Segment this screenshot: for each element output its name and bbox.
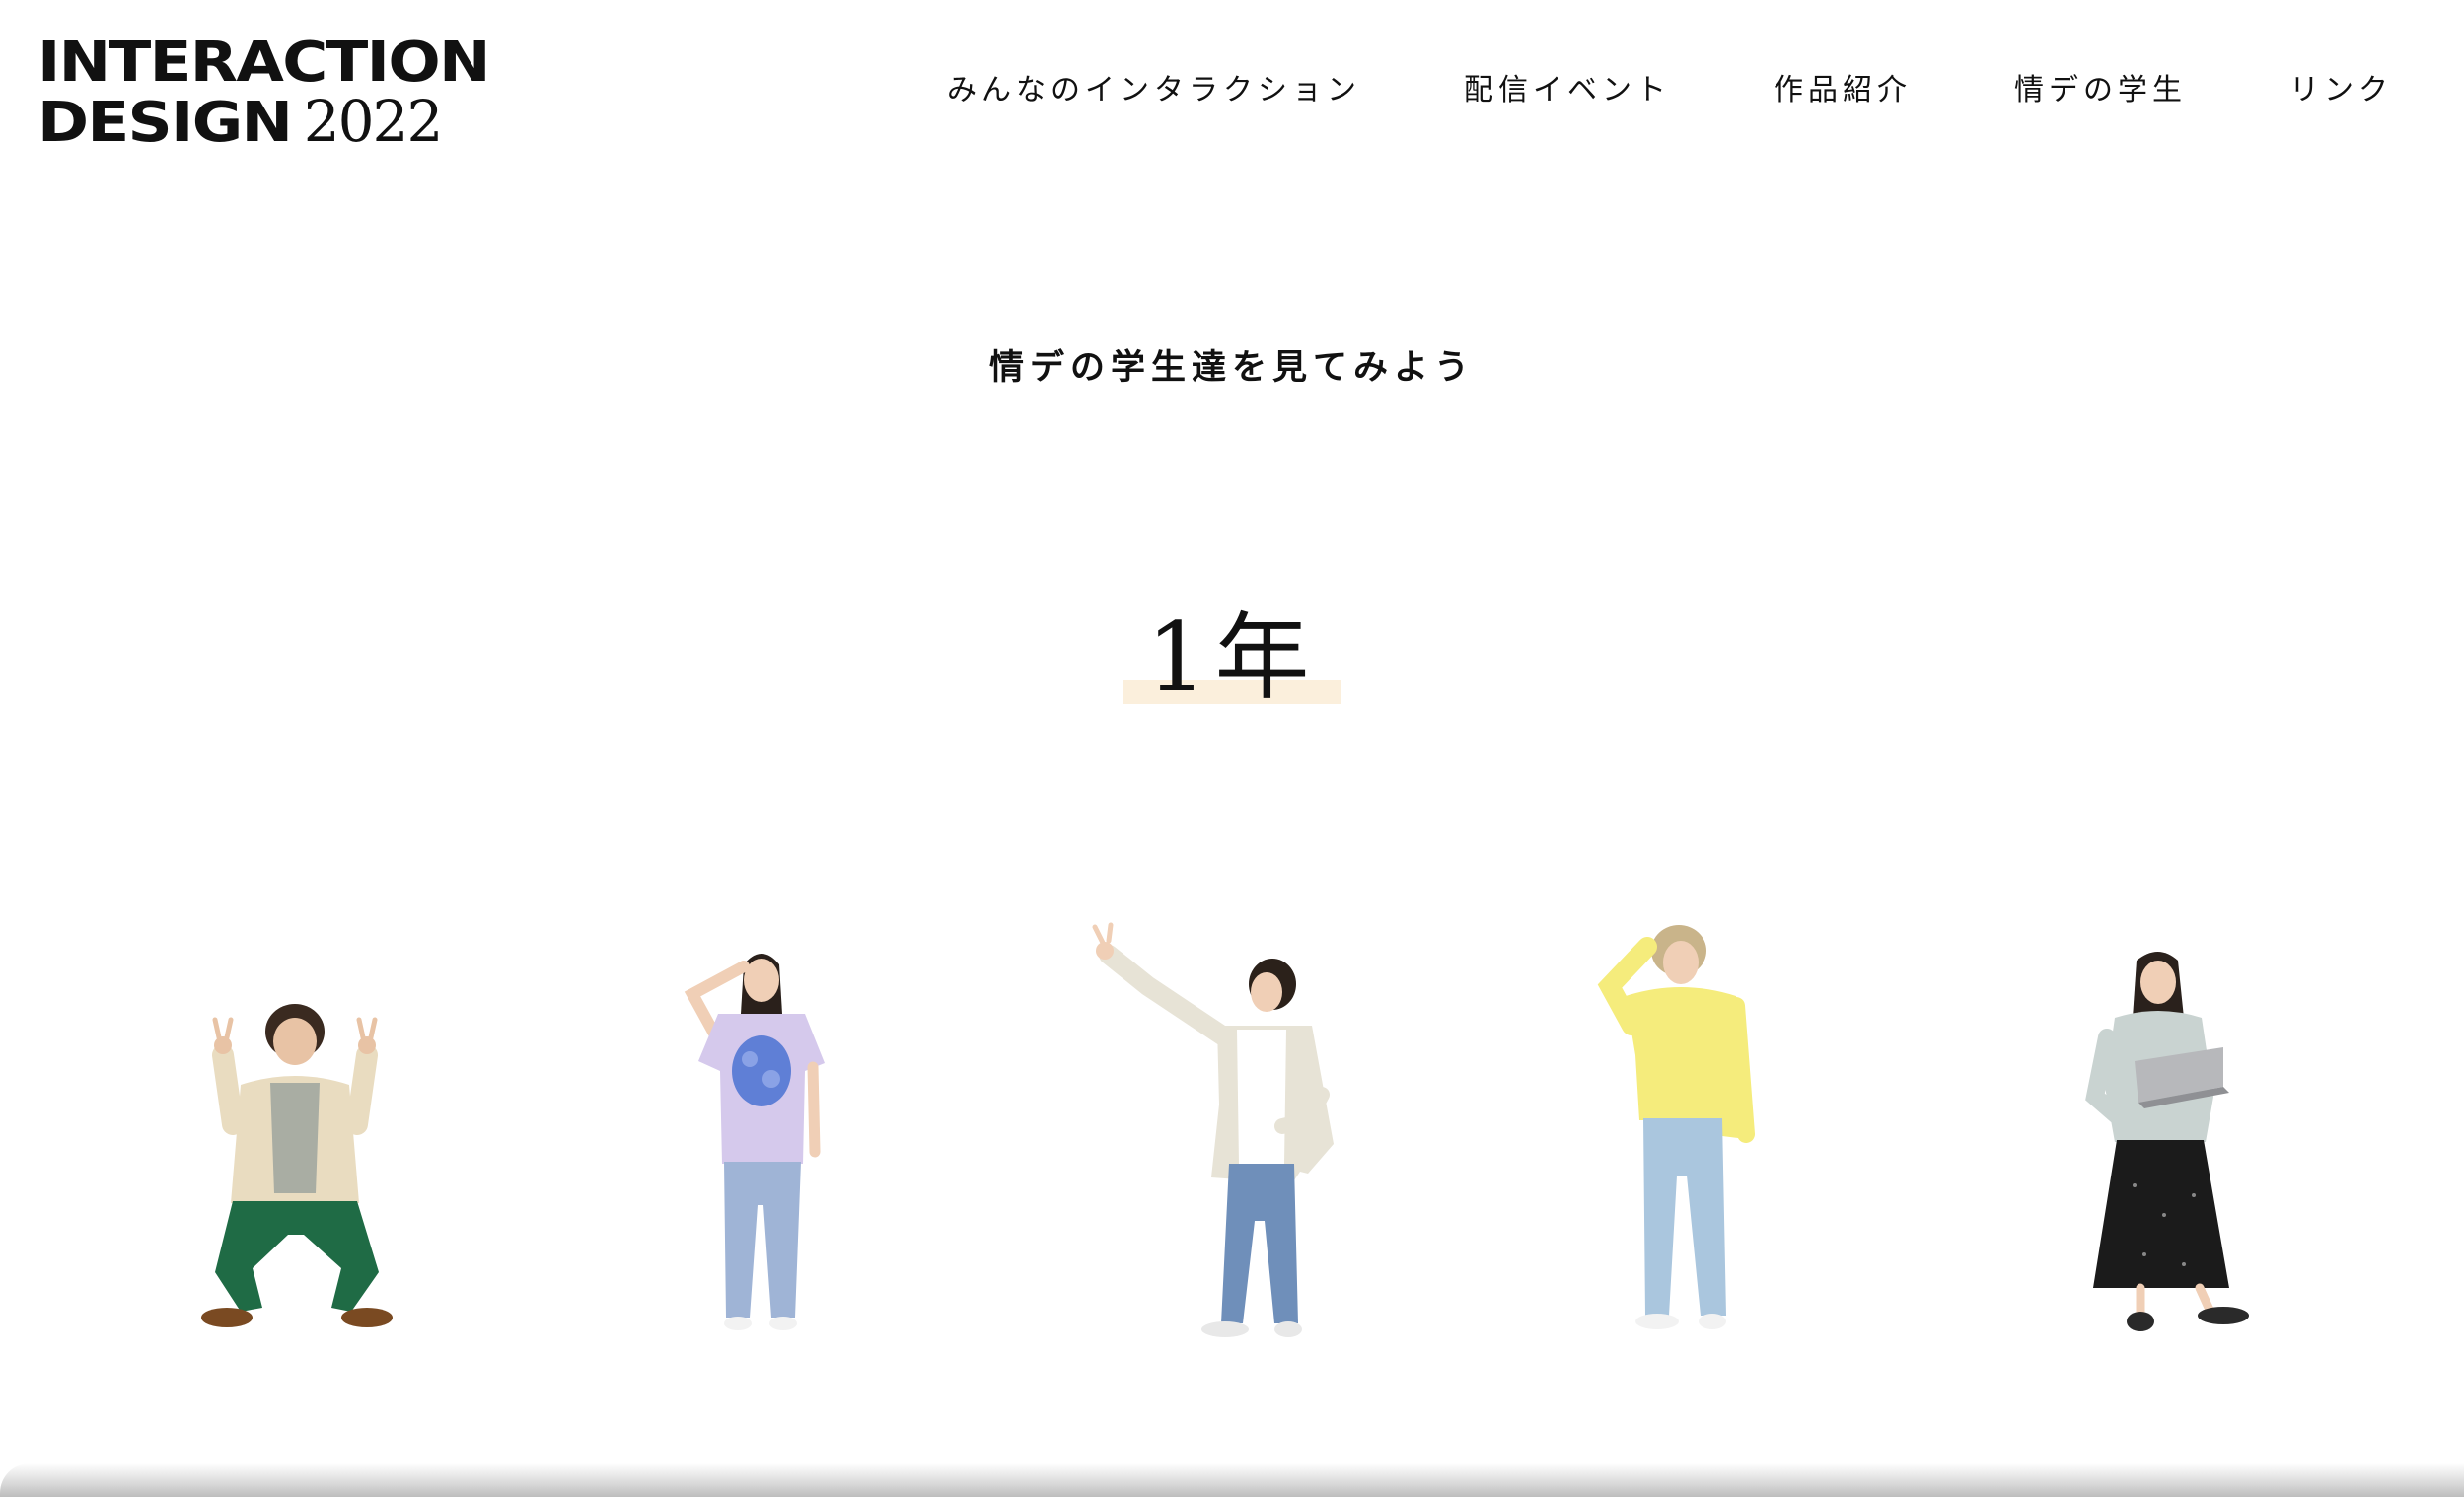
student-photo-1: [201, 1004, 393, 1327]
student-photo-2: [684, 954, 825, 1330]
logo-design-text: DESIGN: [37, 91, 293, 155]
year-heading: 1年: [1123, 604, 1341, 712]
year-heading-text: 1年: [1146, 603, 1318, 713]
student-photo-3: [1092, 922, 1334, 1337]
student-photo-4: [1597, 925, 1755, 1329]
student-card-1[interactable]: [193, 976, 410, 1331]
main-nav: みんなのインタラクション 配信イベント 作品紹介 情デの学生 リンク: [947, 65, 2393, 108]
window-bottom-edge: [0, 1463, 2464, 1497]
nav-item-links[interactable]: リンク: [2289, 65, 2393, 108]
student-list: [0, 907, 2464, 1341]
nav-item-works[interactable]: 作品紹介: [1774, 65, 1912, 108]
nav-item-minna-no-interaction[interactable]: みんなのインタラクション: [947, 65, 1361, 108]
student-card-3[interactable]: [1089, 922, 1345, 1341]
page: INTERACTION DESIGN 2022 みんなのインタラクション 配信イベ…: [0, 0, 2464, 1497]
nav-item-students[interactable]: 情デの学生: [2014, 65, 2187, 108]
logo-line2: DESIGN 2022: [37, 88, 444, 155]
nav-item-events[interactable]: 配信イベント: [1464, 65, 1671, 108]
site-logo[interactable]: INTERACTION DESIGN 2022: [37, 36, 490, 155]
logo-year: 2022: [303, 88, 444, 155]
student-photo-5: [2085, 952, 2249, 1331]
student-card-4[interactable]: [1592, 917, 1770, 1341]
logo-line1: INTERACTION: [37, 31, 490, 95]
student-card-2[interactable]: [675, 945, 842, 1339]
section-intro: 情デの学生達を見てみよう: [988, 348, 1475, 388]
student-card-5[interactable]: [2075, 949, 2273, 1343]
year-heading-wrap: 1年: [0, 604, 2464, 712]
